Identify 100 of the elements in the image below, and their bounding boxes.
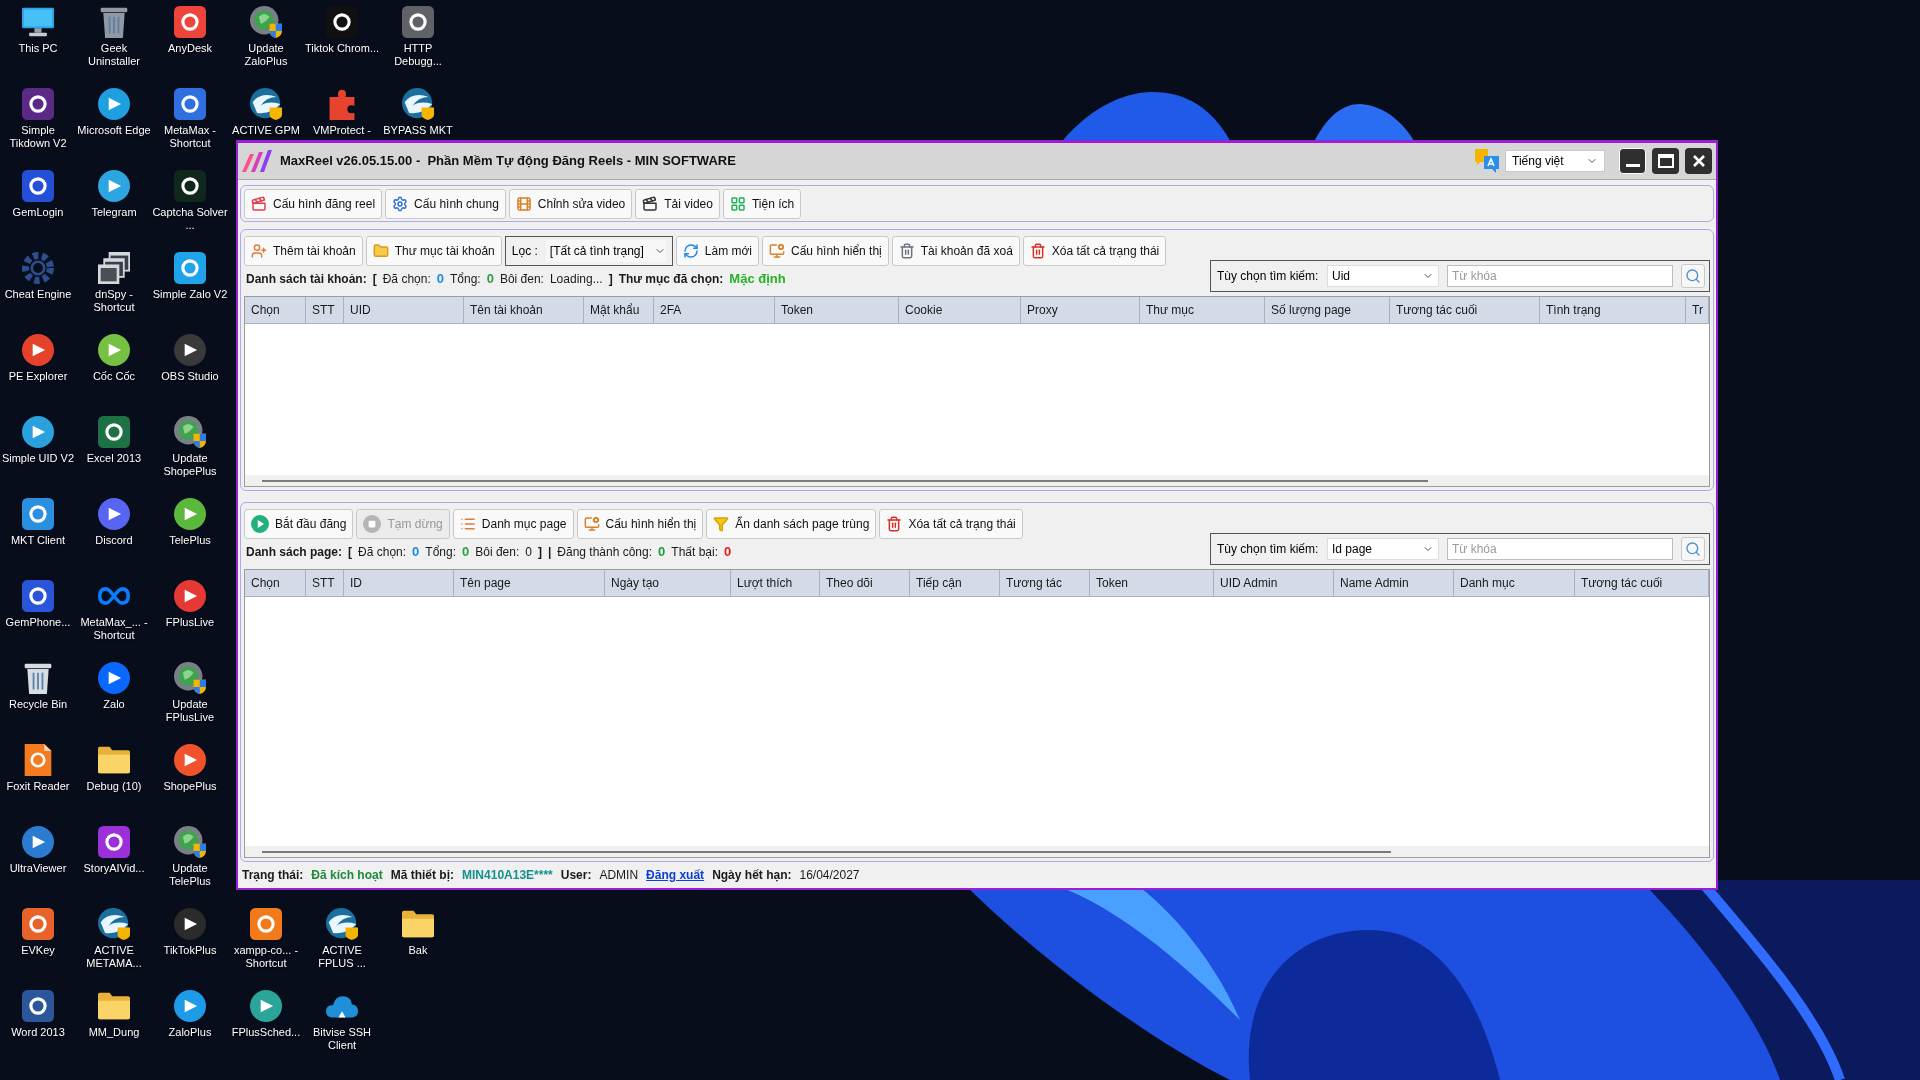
desktop-shortcut[interactable]: OBS Studio [152,328,228,383]
column-header[interactable]: Cookie [899,297,1021,323]
desktop-shortcut[interactable]: HTTP Debugg... [380,0,456,68]
column-header[interactable]: STT [306,570,344,596]
column-header[interactable]: Tên tài khoản [464,297,584,323]
desktop-shortcut[interactable]: Debug (10) [76,738,152,793]
desktop-shortcut[interactable]: Cốc Cốc [76,328,152,383]
desktop-shortcut[interactable]: StoryAIVid... [76,820,152,875]
minimize-button[interactable] [1619,148,1646,174]
toolbar-button[interactable]: Làm mới [675,236,760,266]
toolbar-button[interactable]: Xóa tất cả trạng thái [1022,236,1167,266]
desktop-shortcut[interactable]: Geek Uninstaller [76,0,152,68]
toolbar-button[interactable]: Cấu hình chung [385,188,506,219]
column-header[interactable]: UID [344,297,464,323]
column-header[interactable]: Danh mục [1454,570,1575,596]
desktop-shortcut[interactable]: xampp-co... - Shortcut [228,902,304,970]
column-header[interactable]: Tên page [454,570,605,596]
column-header[interactable]: Chọn [245,297,306,323]
desktop-shortcut[interactable]: Excel 2013 [76,410,152,465]
desktop-shortcut[interactable]: MetaMax - Shortcut [152,82,228,150]
toolbar-button[interactable]: Tài khoản đã xoá [891,236,1020,266]
toolbar-button[interactable]: Ẩn danh sách page trùng [706,509,877,539]
desktop-shortcut[interactable]: Tiktok Chrom... [304,0,380,55]
desktop-shortcut[interactable]: VMProtect - [304,82,380,137]
desktop-shortcut[interactable]: FPlusLive [152,574,228,629]
desktop-shortcut[interactable]: This PC [0,0,76,55]
desktop-shortcut[interactable]: Discord [76,492,152,547]
toolbar-button[interactable]: Tiện ích [722,188,802,219]
desktop-shortcut[interactable]: GemPhone... [0,574,76,629]
desktop-shortcut[interactable]: PE Explorer [0,328,76,383]
desktop-shortcut[interactable]: TikTokPlus [152,902,228,957]
column-header[interactable]: Tình trạng [1540,297,1686,323]
column-header[interactable]: Theo dõi [820,570,910,596]
desktop-shortcut[interactable]: Bitvise SSH Client [304,984,380,1052]
column-header[interactable]: 2FA [654,297,775,323]
logout-link[interactable]: Đăng xuất [646,866,705,884]
desktop-shortcut[interactable]: Captcha Solver ... [152,164,228,232]
column-header[interactable]: STT [306,297,344,323]
scrollbar-thumb[interactable] [262,850,1391,853]
toolbar-button[interactable]: Cấu hình hiển thị [576,509,704,539]
desktop-shortcut[interactable]: Update ZaloPlus [228,0,304,68]
desktop-shortcut[interactable]: ShopePlus [152,738,228,793]
toolbar-button[interactable]: Cấu hình hiển thị [762,236,889,266]
toolbar-button[interactable]: Thêm tài khoản [244,236,363,266]
desktop-shortcut[interactable]: Update ShopePlus [152,410,228,478]
search-button[interactable] [1681,537,1705,561]
desktop-shortcut[interactable]: BYPASS MKT [380,82,456,137]
keyword-field[interactable]: Từ khóa [1447,538,1673,560]
desktop-shortcut[interactable]: Telegram [76,164,152,219]
column-header[interactable]: UID Admin [1214,570,1334,596]
column-header[interactable]: ID [344,570,454,596]
desktop-shortcut[interactable]: Recycle Bin [0,656,76,711]
desktop-shortcut[interactable]: Update FPlusLive [152,656,228,724]
toolbar-button[interactable]: Thư mục tài khoản [365,236,502,266]
column-header[interactable]: Chọn [245,570,306,596]
desktop-shortcut[interactable]: AnyDesk [152,0,228,55]
desktop-shortcut[interactable]: ZaloPlus [152,984,228,1039]
desktop-shortcut[interactable]: EVKey [0,902,76,957]
toolbar-button[interactable]: Cấu hình đăng reel [244,188,383,219]
desktop-shortcut[interactable]: Cheat Engine [0,246,76,301]
language-dropdown[interactable]: Tiếng việt [1505,150,1605,172]
column-header[interactable]: Proxy [1021,297,1140,323]
desktop-shortcut[interactable]: MetaMax_... - Shortcut [76,574,152,642]
search-option-dropdown[interactable]: Id page [1327,538,1439,560]
desktop-shortcut[interactable]: UltraViewer [0,820,76,875]
column-header[interactable]: Ngày tạo [605,570,731,596]
desktop-shortcut[interactable]: Simple Zalo V2 [152,246,228,301]
desktop-shortcut[interactable]: Microsoft Edge [76,82,152,137]
desktop-shortcut[interactable]: ACTIVE FPLUS ... [304,902,380,970]
desktop-shortcut[interactable]: MKT Client [0,492,76,547]
desktop-shortcut[interactable]: Simple Tikdown V2 [0,82,76,150]
desktop-shortcut[interactable]: ACTIVE GPM [228,82,304,137]
status-filter-dropdown[interactable]: [Tất cả tình trạng] [545,240,666,262]
column-header[interactable]: Token [1090,570,1214,596]
desktop-shortcut[interactable]: Bak [380,902,456,957]
column-header[interactable]: Tiếp cận [910,570,1000,596]
toolbar-button[interactable]: Bắt đầu đăng [244,509,354,539]
desktop-shortcut[interactable]: Word 2013 [0,984,76,1039]
toolbar-button[interactable]: Chỉnh sửa video [508,188,633,219]
toolbar-button[interactable]: Xóa tất cả trạng thái [879,509,1023,539]
desktop-shortcut[interactable]: Simple UID V2 [0,410,76,465]
maximize-button[interactable] [1652,148,1679,174]
desktop-shortcut[interactable]: MM_Dung [76,984,152,1039]
column-header[interactable]: Name Admin [1334,570,1454,596]
desktop-shortcut[interactable]: FPlusSched... [228,984,304,1039]
desktop-shortcut[interactable]: dnSpy - Shortcut [76,246,152,314]
column-header[interactable]: Tương tác cuối [1575,570,1709,596]
column-header[interactable]: Số lượng page [1265,297,1390,323]
close-button[interactable] [1685,148,1712,174]
column-header[interactable]: Lượt thích [731,570,820,596]
column-header[interactable]: Mật khẩu [584,297,654,323]
desktop-shortcut[interactable]: GemLogin [0,164,76,219]
toolbar-button[interactable]: Tải video [635,188,720,219]
desktop-shortcut[interactable]: Foxit Reader [0,738,76,793]
keyword-field[interactable]: Từ khóa [1447,265,1673,287]
column-header[interactable]: Token [775,297,899,323]
column-header[interactable]: Thư mục [1140,297,1265,323]
desktop-shortcut[interactable]: ACTIVE METAMA... [76,902,152,970]
desktop-shortcut[interactable]: TelePlus [152,492,228,547]
toolbar-button[interactable]: Danh mục page [452,509,574,539]
